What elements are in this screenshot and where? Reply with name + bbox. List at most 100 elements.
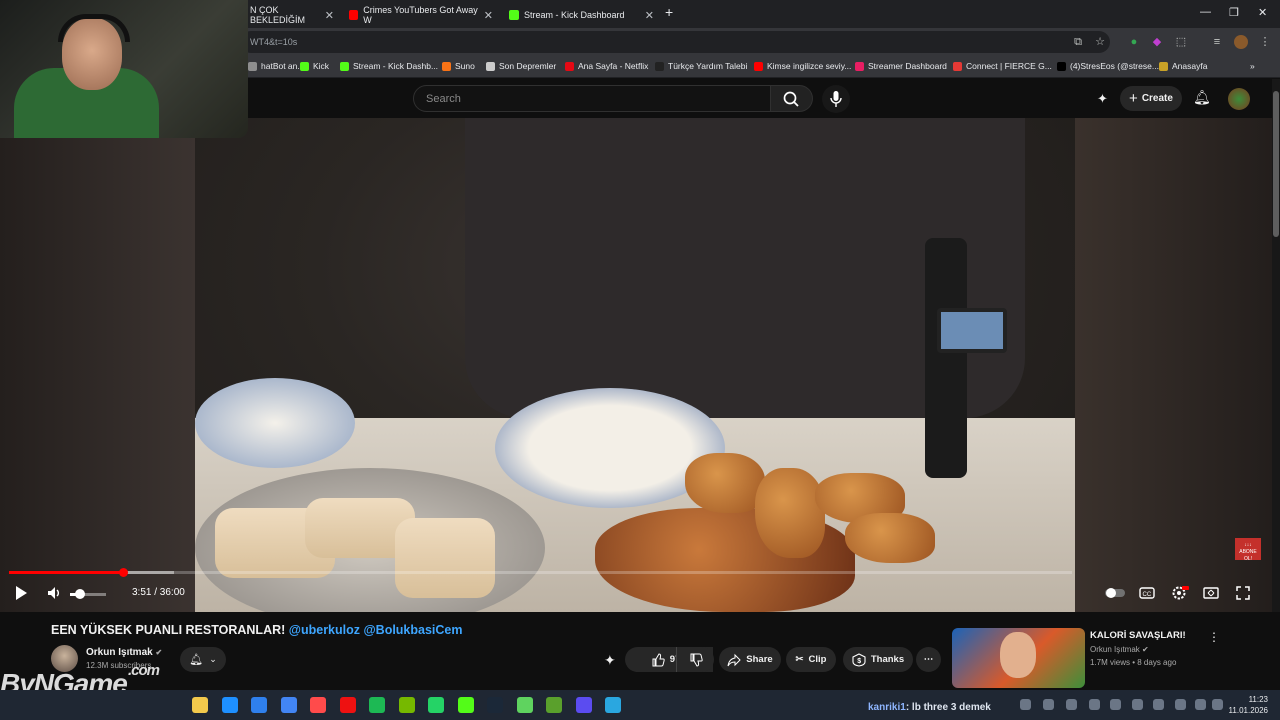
bookmark-item[interactable]: Kick [300,61,329,71]
webcam-headset [58,14,130,42]
taskbar-app-icon[interactable] [546,697,562,713]
bookmark-item[interactable]: Stream - Kick Dashb... [340,61,438,71]
youtube-favicon-icon [349,10,359,20]
install-app-icon[interactable]: ⧉ [1071,35,1085,49]
bookmark-favicon-icon [754,61,763,71]
taskbar-app-icon[interactable] [487,697,503,713]
bookmark-item[interactable]: hatBot an... [248,61,304,71]
subscribe-overlay-badge[interactable]: ↓↓↓ ABONE OL! [1235,538,1261,562]
extension-icon[interactable]: ◆ [1150,35,1164,49]
bookmark-label: Kimse ingilizce seviy... [767,61,852,71]
system-tray-icon[interactable] [1195,699,1206,710]
suggested-video-meta: 1.7M views • 8 days ago [1090,658,1177,667]
bookmark-label: (4)StresEos (@strese... [1070,61,1159,71]
more-horizontal-icon: ⋯ [923,654,934,665]
video-frame[interactable] [195,118,1075,612]
system-tray-icon[interactable] [1132,699,1143,710]
close-icon[interactable]: ✕ [325,9,334,22]
taskbar-app-icon[interactable] [457,697,474,713]
system-clock[interactable]: 11:23 11.01.2026 [1228,694,1268,716]
settings-button[interactable] [1171,585,1189,605]
system-tray-icon[interactable] [1066,699,1077,710]
bookmark-item[interactable]: Connect | FIERCE G... [953,61,1052,71]
close-icon[interactable]: ✕ [484,9,493,22]
taskbar-app-icon[interactable] [192,697,208,713]
browser-tab[interactable]: N ÇOK BEKLEDİĞİM ✕ [244,4,340,26]
browser-tab[interactable]: Stream - Kick Dashboard ✕ [503,4,660,26]
minimize-icon[interactable]: — [1200,6,1211,18]
suggestion-menu-icon[interactable]: ⋮ [1208,630,1220,644]
autoplay-toggle[interactable] [1104,585,1126,605]
mute-button[interactable] [46,585,62,605]
new-tab-button[interactable]: + [665,4,673,20]
extensions-puzzle-icon[interactable]: ⬚ [1174,35,1188,49]
bookmark-star-icon[interactable]: ☆ [1093,35,1107,49]
video-title-mentions[interactable]: @uberkuloz @BolukbasiCem [289,623,463,637]
taskbar-app-icon[interactable] [398,697,415,713]
clip-button[interactable]: ✂ Clip [786,647,836,672]
account-avatar-icon[interactable] [1228,88,1250,110]
system-tray-icon[interactable] [1212,699,1223,710]
extension-shield-icon[interactable]: ● [1127,35,1141,49]
create-button[interactable]: + Create [1120,86,1182,111]
profile-avatar-icon[interactable] [1234,35,1248,49]
share-button[interactable]: Share [719,647,781,672]
search-button[interactable] [771,85,813,112]
search-input[interactable]: Search [413,85,771,112]
system-tray-icon[interactable] [1043,699,1054,710]
bookmark-item[interactable]: Ana Sayfa - Netflix [565,61,648,71]
remix-sparkle-icon[interactable]: ✦ [604,652,616,669]
page-scrollbar[interactable] [1272,79,1280,690]
subtitles-button[interactable]: CC [1139,585,1155,605]
system-tray-icon[interactable] [1089,699,1100,710]
taskbar-app-icon[interactable] [575,697,592,713]
taskbar-app-icon[interactable] [428,697,444,713]
taskbar-app-icon[interactable] [221,697,238,713]
watermark-suffix: .com [128,662,160,679]
taskbar-app-icon[interactable] [251,697,267,713]
suggested-video-thumbnail[interactable] [952,628,1085,688]
bookmark-item[interactable]: Anasayfa [1159,61,1207,71]
taskbar-app-icon[interactable] [310,697,326,713]
close-window-icon[interactable]: ✕ [1258,6,1267,19]
theater-mode-icon [1203,587,1219,599]
restore-icon[interactable]: ❐ [1229,6,1239,19]
video-player[interactable]: ↓↓↓ ABONE OL! 3:51 / 36:00 CC [0,118,1272,612]
scrollbar-thumb[interactable] [1273,91,1279,237]
browser-menu-icon[interactable]: ⋮ [1258,35,1272,49]
notifications-bell-icon[interactable]: 🔔︎ [1193,89,1211,106]
voice-search-button[interactable] [822,85,850,113]
taskbar-app-icon[interactable] [339,697,356,713]
system-tray-icon[interactable] [1020,699,1031,710]
bookmark-item[interactable]: Kimse ingilizce seviy... [754,61,851,71]
taskbar-app-icon[interactable] [516,697,533,713]
media-controls-icon[interactable]: ≡ [1210,35,1224,49]
bookmark-item[interactable]: Son Depremler [486,61,556,71]
taskbar-app-icon[interactable] [605,697,621,713]
studio-clapper-icon[interactable]: ✦ [1097,91,1108,107]
taskbar-app-icon[interactable] [280,697,297,713]
more-actions-button[interactable]: ⋯ [916,647,941,672]
thanks-button[interactable]: $ Thanks [843,647,913,672]
play-button[interactable] [13,585,29,605]
suggested-video-title[interactable]: KALORİ SAVAŞLARI! [1090,630,1186,641]
theater-mode-button[interactable] [1203,585,1219,605]
system-tray-icon[interactable] [1153,699,1164,710]
channel-name[interactable]: Orkun Işıtmak ✔ [86,647,162,658]
address-bar[interactable]: WT4&t=10s [240,31,1110,53]
close-icon[interactable]: ✕ [645,9,654,22]
taskbar-app-icon[interactable] [369,697,385,713]
bookmark-item[interactable]: (4)StresEos (@strese... [1057,61,1159,71]
system-tray-icon[interactable] [1175,699,1186,710]
bookmark-item[interactable]: Türkçe Yardım Talebi [655,61,747,71]
progress-bar[interactable] [9,571,1072,574]
browser-tab[interactable]: Crimes YouTubers Got Away W ✕ [343,4,499,26]
dislike-button[interactable] [676,647,714,672]
bookmark-item[interactable]: Suno [442,61,475,71]
subscribed-notification-button[interactable]: 🔔︎ ⌄ [180,647,226,672]
progress-scrubber[interactable] [118,568,128,577]
system-tray-icon[interactable] [1110,699,1121,710]
bookmark-item[interactable]: Streamer Dashboard [855,61,947,71]
bookmarks-overflow-icon[interactable]: » [1250,61,1255,71]
fullscreen-button[interactable] [1235,585,1251,605]
